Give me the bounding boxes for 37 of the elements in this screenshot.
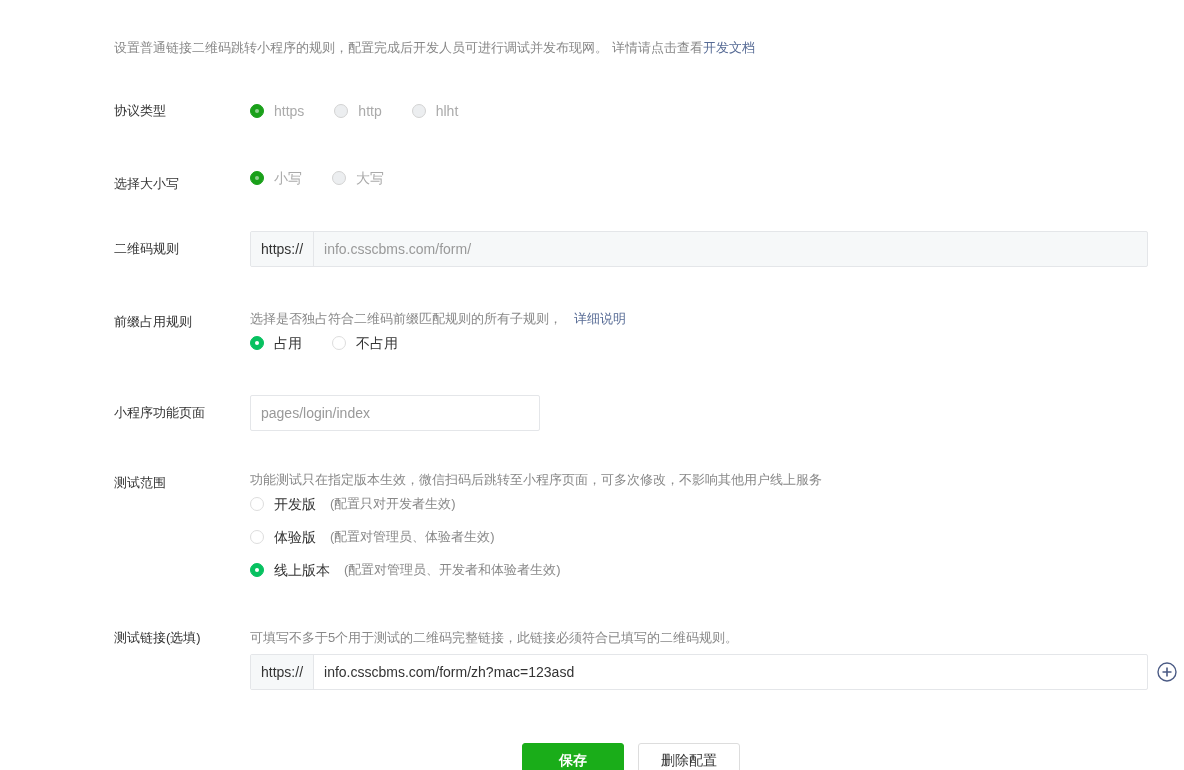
url-prefix: https://: [251, 232, 315, 266]
field-label: 前缀占用规则: [114, 313, 193, 331]
hint-text: 选择是否独占符合二维码前缀匹配规则的所有子规则， 详细说明: [250, 310, 627, 328]
option-label: 小写: [274, 169, 302, 188]
url-field[interactable]: https:// info.csscbms.com/form/zh?mac=123asd: [250, 654, 1148, 690]
radio-button[interactable]: [250, 563, 264, 577]
option-label: 占用: [274, 334, 302, 353]
option-note: (配置对管理员、开发者和体验者生效): [344, 561, 561, 579]
intro-text: 设置普通链接二维码跳转小程序的规则，配置完成后开发人员可进行调试并发布现网。 详情请点击查看开发文档: [114, 39, 756, 57]
option-label: 不占用: [356, 334, 398, 353]
field-label: 测试链接(选填): [114, 629, 202, 647]
url-field[interactable]: https:// info.csscbms.com/form/: [250, 231, 1148, 267]
option-label: 大写: [356, 169, 384, 188]
docs-link[interactable]: 开发文档: [702, 40, 755, 55]
option-label: 线上版本: [274, 561, 330, 580]
option-label: 开发版: [274, 495, 316, 514]
field-label: 协议类型: [114, 102, 167, 120]
add-icon[interactable]: [1157, 662, 1177, 682]
hint-text: 可填写不多于5个用于测试的二维码完整链接，此链接必须符合已填写的二维码规则。: [250, 629, 740, 647]
field-label: 测试范围: [114, 474, 167, 492]
option-label: 体验版: [274, 528, 316, 547]
url-prefix: https://: [251, 655, 315, 689]
option-label: hlht: [435, 102, 459, 121]
field-label: 小程序功能页面: [114, 404, 206, 422]
option-label: https: [274, 102, 305, 121]
page-path-field[interactable]: pages/login/index: [250, 395, 540, 431]
url-input[interactable]: info.csscbms.com/form/zh?mac=123asd: [314, 655, 1147, 689]
option-note: (配置只对开发者生效): [330, 495, 456, 513]
delete-button[interactable]: 删除配置: [638, 743, 740, 770]
option-note: (配置对管理员、体验者生效): [330, 528, 495, 546]
option-label: http: [358, 102, 382, 121]
radio-button[interactable]: [250, 336, 264, 350]
field-label: 二维码规则: [114, 240, 180, 258]
hint-text: 功能测试只在指定版本生效，微信扫码后跳转至小程序页面，可多次修改，不影响其他用户线上服务: [250, 471, 823, 489]
url-input[interactable]: info.csscbms.com/form/: [314, 232, 1147, 266]
field-label: 选择大小写: [114, 175, 180, 193]
details-link[interactable]: 详细说明: [574, 311, 626, 326]
